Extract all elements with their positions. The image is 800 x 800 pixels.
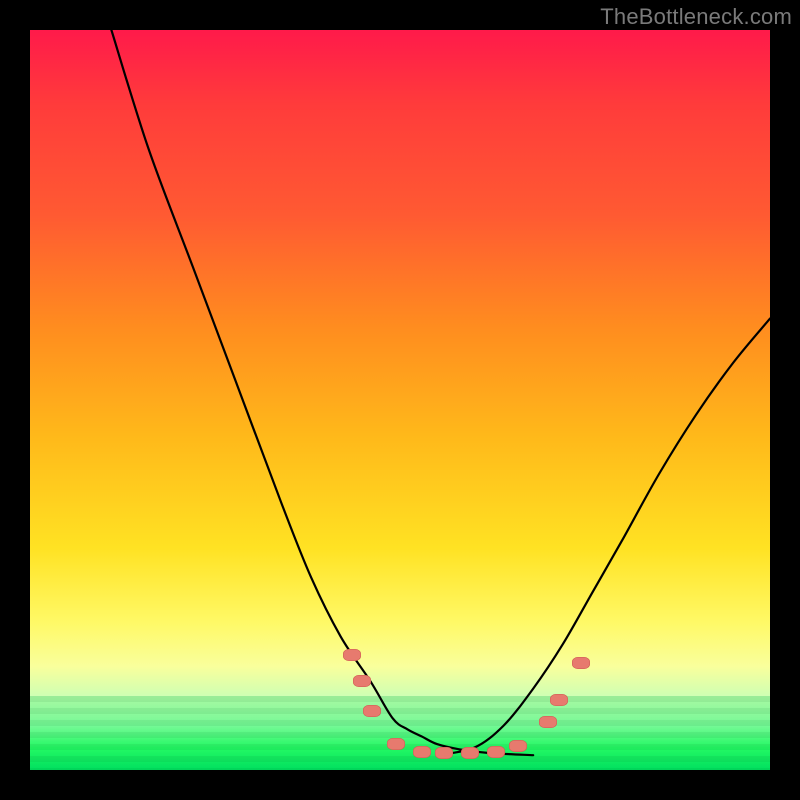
- data-marker: [353, 675, 371, 687]
- data-marker: [387, 738, 405, 750]
- data-marker: [539, 716, 557, 728]
- chart-frame: TheBottleneck.com: [0, 0, 800, 800]
- data-marker: [572, 657, 590, 669]
- data-marker: [343, 649, 361, 661]
- curve-layer: [30, 30, 770, 770]
- left-curve: [111, 30, 533, 755]
- data-marker: [413, 746, 431, 758]
- data-marker: [461, 747, 479, 759]
- right-curve: [437, 319, 770, 756]
- data-marker: [509, 740, 527, 752]
- plot-area: [30, 30, 770, 770]
- data-marker: [435, 747, 453, 759]
- watermark-text: TheBottleneck.com: [600, 4, 792, 30]
- data-marker: [363, 705, 381, 717]
- data-marker: [550, 694, 568, 706]
- data-marker: [487, 746, 505, 758]
